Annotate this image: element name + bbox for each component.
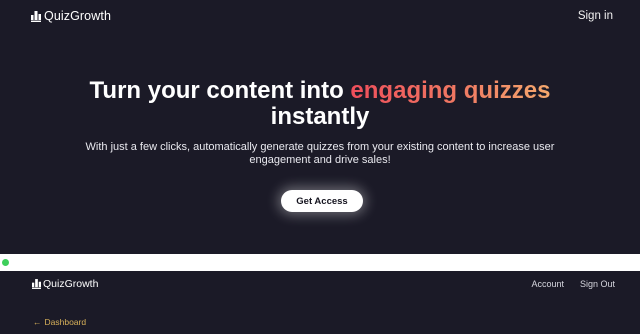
chart-logo-icon bbox=[31, 10, 41, 22]
status-strip bbox=[0, 254, 640, 271]
chart-logo-icon bbox=[32, 279, 41, 289]
headline-accent: engaging quizzes bbox=[350, 77, 551, 104]
status-dot-icon bbox=[2, 259, 9, 266]
back-link-label: Dashboard bbox=[44, 317, 87, 327]
back-to-dashboard-link[interactable]: ← Dashboard bbox=[33, 317, 86, 327]
hero-subtext: With just a few clicks, automatically ge… bbox=[85, 141, 555, 166]
landing-hero: QuizGrowth Sign in Turn your content int… bbox=[0, 0, 640, 254]
app-dashboard: QuizGrowth Account Sign Out ← Dashboard bbox=[0, 271, 640, 334]
get-access-button[interactable]: Get Access bbox=[281, 190, 363, 212]
hero-headline: Turn your content into engaging quizzes … bbox=[0, 78, 640, 130]
account-link[interactable]: Account bbox=[531, 279, 564, 289]
app-brand-name: QuizGrowth bbox=[43, 278, 99, 290]
top-nav: QuizGrowth Sign in bbox=[31, 8, 613, 24]
brand-name: QuizGrowth bbox=[44, 9, 111, 23]
arrow-left-icon: ← bbox=[33, 317, 42, 327]
headline-suffix: instantly bbox=[270, 103, 370, 130]
app-nav: QuizGrowth Account Sign Out bbox=[32, 277, 615, 291]
sign-in-link[interactable]: Sign in bbox=[578, 10, 613, 22]
app-nav-links: Account Sign Out bbox=[531, 279, 615, 289]
headline-prefix: Turn your content into bbox=[89, 77, 344, 104]
sign-out-link[interactable]: Sign Out bbox=[580, 279, 615, 289]
app-brand-logo[interactable]: QuizGrowth bbox=[32, 278, 98, 290]
brand-logo[interactable]: QuizGrowth bbox=[31, 9, 111, 23]
